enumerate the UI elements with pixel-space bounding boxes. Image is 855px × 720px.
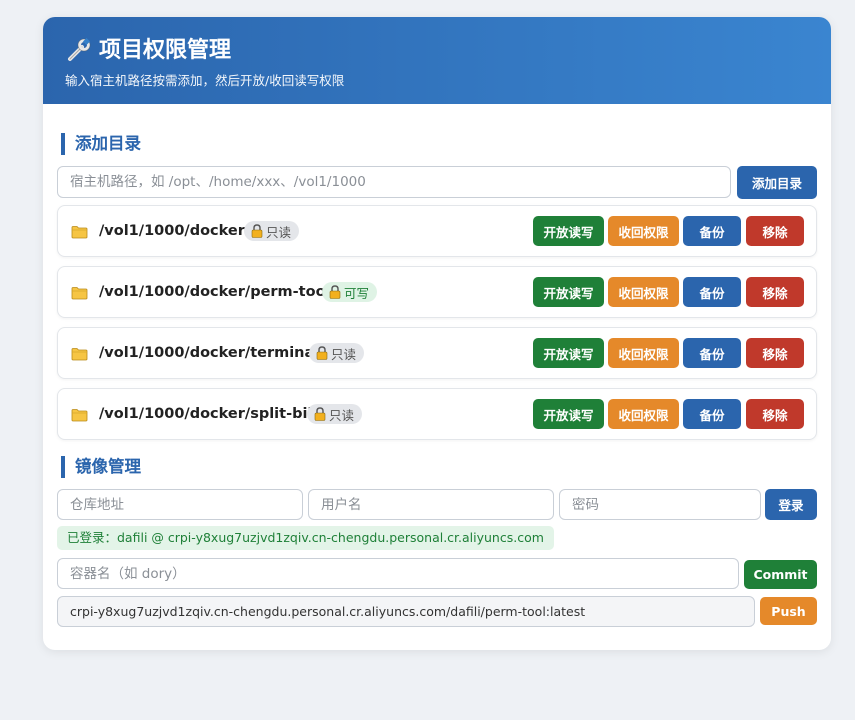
lock-icon bbox=[329, 285, 341, 299]
folder-icon bbox=[71, 224, 88, 239]
grant-readwrite-button[interactable]: 开放读写 bbox=[533, 399, 604, 429]
grant-readwrite-button[interactable]: 开放读写 bbox=[533, 277, 604, 307]
wrench-icon bbox=[68, 38, 91, 61]
backup-button[interactable]: 备份 bbox=[683, 338, 741, 368]
revoke-permission-button[interactable]: 收回权限 bbox=[608, 399, 679, 429]
permission-card: 项目权限管理 输入宿主机路径按需添加，然后开放/收回读写权限 添加目录 添加目录… bbox=[43, 17, 831, 650]
username-input[interactable] bbox=[308, 489, 554, 520]
lock-icon bbox=[251, 224, 263, 238]
permission-status-label: 只读 bbox=[266, 224, 292, 240]
permission-status-badge: 只读 bbox=[244, 221, 300, 241]
directory-row: /vol1/1000/docker/split-bill 只读 开放读写 收回权限 备份… bbox=[57, 388, 817, 440]
permission-status-badge: 只读 bbox=[307, 404, 363, 424]
directory-row: /vol1/1000/docker/perm-tool 可写 开放读写 收回权限 备份移… bbox=[57, 266, 817, 318]
add-directory-button[interactable]: 添加目录 bbox=[737, 166, 817, 199]
directory-path: /vol1/1000/docker/terminal bbox=[99, 345, 320, 361]
add-directory-section-title: 添加目录 bbox=[61, 133, 141, 155]
folder-icon bbox=[71, 285, 88, 300]
folder-icon bbox=[71, 346, 88, 361]
backup-button[interactable]: 备份 bbox=[683, 277, 741, 307]
permission-status-label: 只读 bbox=[329, 407, 355, 423]
directory-path: /vol1/1000/docker bbox=[99, 223, 245, 239]
revoke-permission-button[interactable]: 收回权限 bbox=[608, 338, 679, 368]
image-section-title: 镜像管理 bbox=[61, 456, 141, 478]
host-path-input[interactable] bbox=[57, 166, 731, 198]
remove-button[interactable]: 移除 bbox=[746, 338, 804, 368]
lock-icon bbox=[316, 346, 328, 360]
backup-button[interactable]: 备份 bbox=[683, 216, 741, 246]
remove-button[interactable]: 移除 bbox=[746, 216, 804, 246]
directory-path: /vol1/1000/docker/perm-tool bbox=[99, 284, 331, 300]
directory-row: /vol1/1000/docker/terminal 只读 开放读写 收回权限 备份 移除 bbox=[57, 327, 817, 379]
permission-status-label: 可写 bbox=[344, 285, 370, 301]
permission-status-label: 只读 bbox=[331, 346, 357, 362]
login-status-badge: 已登录：dafili @ crpi-y8xug7uzjvd1zqiv.cn-ch… bbox=[57, 526, 554, 550]
registry-input[interactable] bbox=[57, 489, 303, 520]
image-tag-field[interactable] bbox=[57, 596, 755, 627]
page-title: 项目权限管理 bbox=[99, 38, 232, 63]
directory-row: /vol1/1000/docker 只读 开放读写 收回权限 备份 移除 bbox=[57, 205, 817, 257]
permission-status-badge: 只读 bbox=[309, 343, 365, 363]
backup-button[interactable]: 备份 bbox=[683, 399, 741, 429]
commit-button[interactable]: Commit bbox=[744, 560, 817, 589]
page-subtitle: 输入宿主机路径按需添加，然后开放/收回读写权限 bbox=[65, 73, 345, 88]
grant-readwrite-button[interactable]: 开放读写 bbox=[533, 216, 604, 246]
password-input[interactable] bbox=[559, 489, 761, 520]
revoke-permission-button[interactable]: 收回权限 bbox=[608, 216, 679, 246]
folder-icon bbox=[71, 407, 88, 422]
lock-icon bbox=[314, 407, 326, 421]
revoke-permission-button[interactable]: 收回权限 bbox=[608, 277, 679, 307]
login-button[interactable]: 登录 bbox=[765, 489, 817, 520]
container-name-input[interactable] bbox=[57, 558, 739, 589]
header: 项目权限管理 输入宿主机路径按需添加，然后开放/收回读写权限 bbox=[43, 17, 831, 104]
remove-button[interactable]: 移除 bbox=[746, 399, 804, 429]
permission-status-badge: 可写 bbox=[322, 282, 378, 302]
grant-readwrite-button[interactable]: 开放读写 bbox=[533, 338, 604, 368]
push-button[interactable]: Push bbox=[760, 597, 817, 625]
directory-path: /vol1/1000/docker/split-bill bbox=[99, 406, 318, 422]
remove-button[interactable]: 移除 bbox=[746, 277, 804, 307]
